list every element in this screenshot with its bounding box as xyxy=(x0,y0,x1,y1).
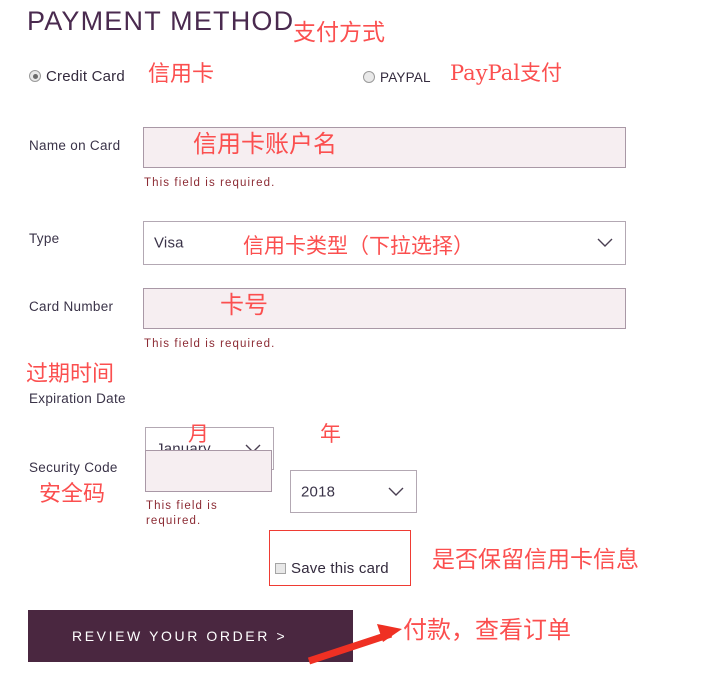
label-expiration-date: Expiration Date xyxy=(29,391,126,406)
annotation-credit-card: 信用卡 xyxy=(148,62,215,87)
label-name-on-card: Name on Card xyxy=(29,138,121,153)
annotation-card-type: 信用卡类型（下拉选择） xyxy=(243,234,474,258)
checkbox-save-card[interactable]: Save this card xyxy=(275,560,389,578)
chevron-down-icon xyxy=(388,487,404,497)
input-card-number[interactable] xyxy=(143,288,626,329)
checkbox-save-card-label: Save this card xyxy=(291,560,389,577)
select-card-type-value: Visa xyxy=(154,234,184,252)
error-security-code: This field is required. xyxy=(146,500,218,527)
review-your-order-button[interactable]: REVIEW YOUR ORDER > xyxy=(28,610,353,662)
radio-credit-card-indicator xyxy=(29,70,41,82)
annotation-name-on-card: 信用卡账户名 xyxy=(193,130,337,158)
annotation-month: 月 xyxy=(188,422,209,446)
error-name-on-card: This field is required. xyxy=(144,177,276,189)
select-expiration-year[interactable]: 2018 xyxy=(290,470,417,513)
annotation-expiration-date: 过期时间 xyxy=(26,362,115,387)
page-title: PAYMENT METHOD xyxy=(27,6,295,36)
chevron-down-icon xyxy=(597,238,613,248)
error-card-number: This field is required. xyxy=(144,338,276,350)
label-card-number: Card Number xyxy=(29,299,114,314)
select-expiration-year-value: 2018 xyxy=(301,483,336,500)
annotation-security-code: 安全码 xyxy=(39,482,106,507)
label-type: Type xyxy=(29,231,60,246)
radio-credit-card[interactable]: Credit Card xyxy=(29,68,125,85)
annotation-payment-method: 支付方式 xyxy=(293,20,385,46)
radio-paypal-indicator xyxy=(363,71,375,83)
radio-credit-card-label: Credit Card xyxy=(46,68,125,85)
radio-paypal[interactable]: PAYPAL xyxy=(363,69,431,86)
radio-paypal-label: PAYPAL xyxy=(380,70,431,85)
annotation-save-card: 是否保留信用卡信息 xyxy=(432,547,639,573)
checkbox-save-card-indicator xyxy=(275,563,286,574)
annotation-year: 年 xyxy=(320,422,341,446)
label-security-code: Security Code xyxy=(29,460,118,475)
annotation-submit: 付款，查看订单 xyxy=(403,616,571,644)
input-security-code[interactable] xyxy=(145,450,272,492)
annotation-card-number: 卡号 xyxy=(220,291,268,319)
annotation-paypal: PayPal支付 xyxy=(450,61,562,85)
